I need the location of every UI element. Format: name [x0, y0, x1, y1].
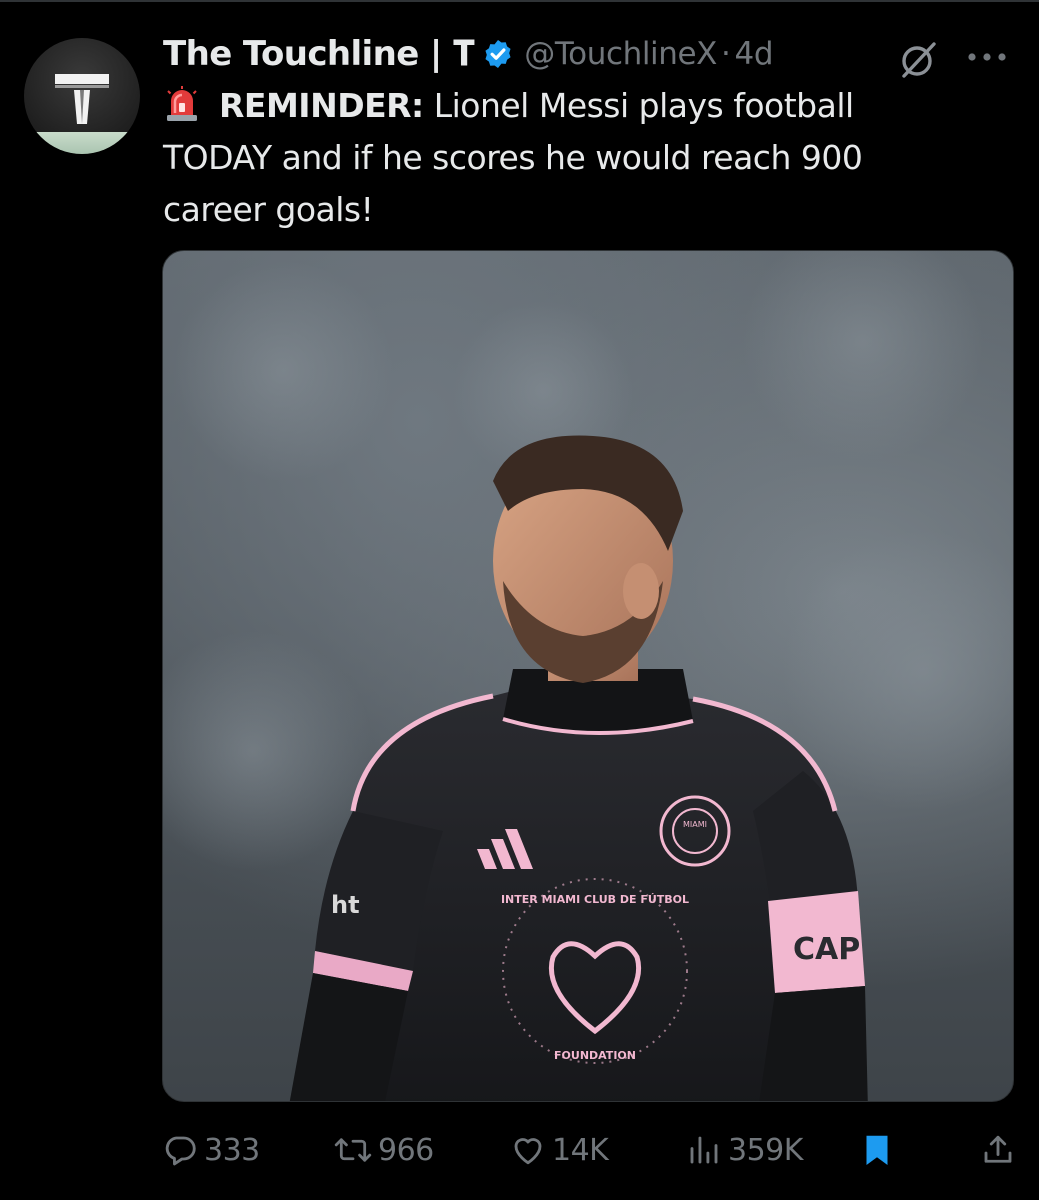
post-text-line-3: career goals!: [163, 190, 374, 229]
heart-icon: [514, 1138, 542, 1165]
sponsor-fragment: ht: [331, 891, 360, 919]
player-photo: MIAMI INTER MIAMI CLUB DE FÚTBOL FOUNDAT…: [163, 251, 1013, 1101]
bookmark-icon: [866, 1135, 888, 1165]
reply-button[interactable]: 333: [162, 1120, 260, 1180]
share-button[interactable]: [980, 1120, 1016, 1180]
post-text: REMINDER: Lionel Messi plays football TO…: [163, 80, 1013, 236]
reply-bubble-icon: [165, 1136, 196, 1166]
crest-text: MIAMI: [683, 820, 707, 829]
author-display-name[interactable]: The Touchline | 𝐓: [163, 34, 475, 74]
siren-emoji: [167, 86, 197, 121]
repost-button[interactable]: 966: [334, 1120, 434, 1180]
bookmark-button[interactable]: [860, 1120, 894, 1180]
view-count: 359K: [728, 1132, 803, 1168]
repost-icon: [334, 1138, 372, 1162]
author-handle[interactable]: @TouchlineX: [524, 36, 717, 72]
post-image[interactable]: MIAMI INTER MIAMI CLUB DE FÚTBOL FOUNDAT…: [162, 250, 1014, 1102]
reminder-label: REMINDER:: [219, 86, 424, 125]
like-button[interactable]: 14K: [510, 1120, 609, 1180]
post-text-line-2: TODAY and if he scores he would reach 90…: [163, 138, 863, 177]
share-icon: [984, 1135, 1012, 1163]
like-count: 14K: [552, 1132, 609, 1168]
reply-count: 333: [204, 1132, 260, 1168]
views-chart-icon: [690, 1136, 718, 1164]
verified-badge-icon: [485, 40, 511, 68]
post-header: The Touchline | 𝐓 @TouchlineX · 4d: [163, 30, 774, 78]
armband-text: CAP: [793, 932, 860, 967]
header-separator: ·: [721, 36, 731, 72]
post-text-line-1: REMINDER: Lionel Messi plays football: [163, 80, 1013, 132]
post-timestamp[interactable]: 4d: [735, 36, 774, 72]
badge-text-bottom: FOUNDATION: [554, 1049, 636, 1062]
more-dots-icon[interactable]: [964, 42, 1010, 72]
author-avatar[interactable]: [24, 38, 140, 154]
badge-text-top: INTER MIAMI CLUB DE FÚTBOL: [501, 893, 689, 906]
avatar-accent-stripe: [24, 132, 140, 154]
top-divider: [0, 0, 1039, 2]
post-text-line-1-rest: Lionel Messi plays football: [423, 86, 854, 125]
touchline-logo-icon: [55, 74, 109, 124]
views-button[interactable]: 359K: [686, 1120, 803, 1180]
grok-icon[interactable]: [896, 38, 940, 82]
repost-count: 966: [378, 1132, 434, 1168]
action-bar: 333 966 14K 359K: [162, 1120, 1014, 1180]
